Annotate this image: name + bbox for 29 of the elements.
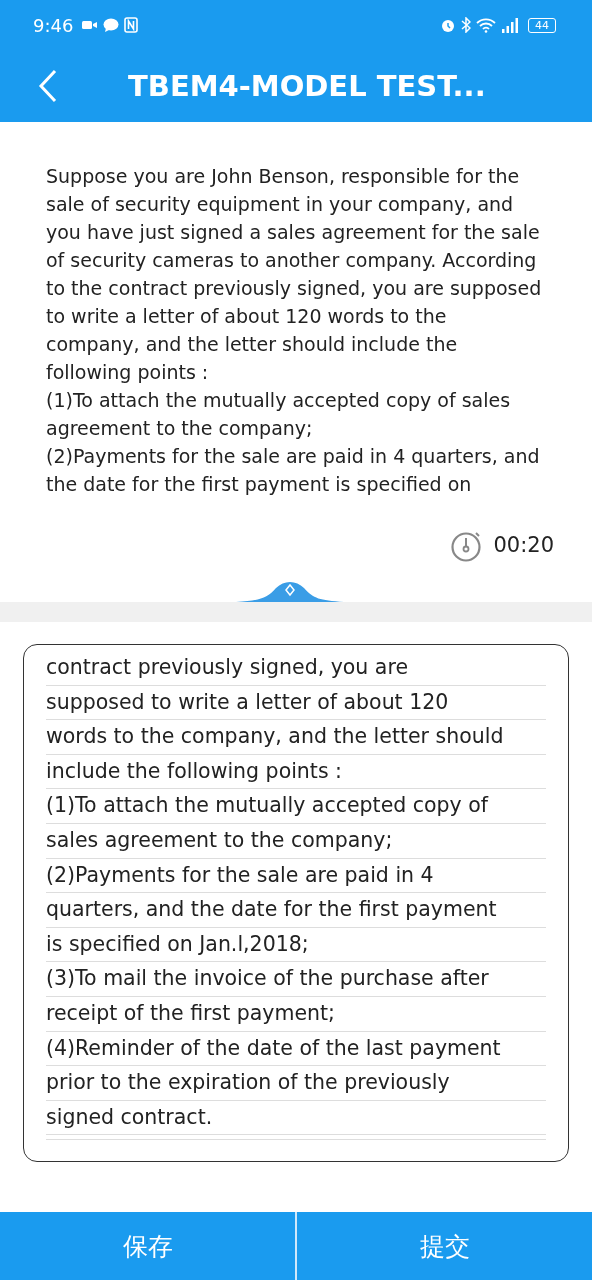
answer-line: (4)Reminder of the date of the last payment xyxy=(46,1031,546,1067)
question-text: Suppose you are John Benson, responsible for the sale of security equipment in your company, and you have just signed a sales agreement for the sale of security cameras to another company. According to the contract previously signed, you are supposed to write a letter of about 120 words to the company, and the letter should include the following points : xyxy=(46,164,543,385)
answer-line: receipt of the first payment; xyxy=(46,996,546,1032)
answer-line: supposed to write a letter of about 120 xyxy=(46,685,546,721)
battery-level: 44 xyxy=(528,17,556,33)
timer-text: 00:20 xyxy=(493,533,554,557)
answer-box[interactable] xyxy=(23,644,569,1162)
answer-line: (2)Payments for the sale are paid in 4 xyxy=(46,858,546,894)
answer-line: signed contract. xyxy=(46,1100,546,1136)
question-text: (1)To attach the mutually accepted copy of sales agreement to the company; xyxy=(46,388,512,441)
answer-line: contract previously signed, you are xyxy=(46,651,546,686)
video-icon xyxy=(82,19,99,31)
answer-line: (3)To mail the invoice of the purchase after xyxy=(46,962,546,997)
answer-line: sales agreement to the company; xyxy=(46,823,546,859)
answer-line: include the following points : xyxy=(46,754,546,790)
answer-line: words to the company, and the letter should xyxy=(46,720,546,755)
answer-line: is specified on Jan.l,2018; xyxy=(46,927,546,963)
chat-icon xyxy=(103,17,120,33)
wifi-icon xyxy=(476,17,496,33)
status-time: 9:46 xyxy=(33,14,74,36)
page-title: TBEM4-MODEL TEST... xyxy=(128,69,486,103)
nfc-icon xyxy=(124,17,139,33)
answer-line: quarters, and the date for the first payment xyxy=(46,893,546,928)
question-text: (2)Payments for the sale are paid in 4 quarters, and the date for the first payment is specified on xyxy=(46,444,541,497)
answer-line: prior to the expiration of the previously xyxy=(46,1066,546,1101)
signal-icon xyxy=(501,17,519,33)
alarm-icon xyxy=(440,17,456,33)
bluetooth-icon xyxy=(461,17,471,33)
answer-line: (1)To attach the mutually accepted copy of xyxy=(46,789,546,824)
